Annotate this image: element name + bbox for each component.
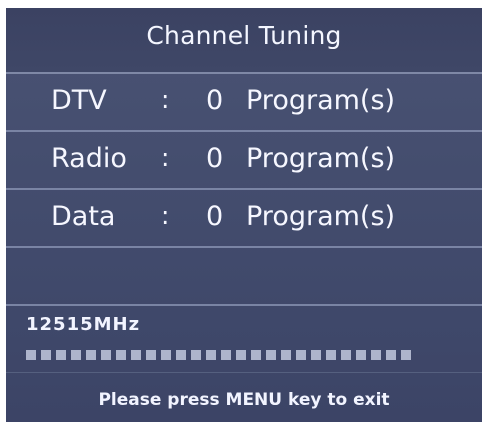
title-bar: Channel Tuning <box>6 8 482 74</box>
channel-tuning-dialog: Channel Tuning DTV : 0 Program(s) Radio … <box>6 8 482 422</box>
progress-segment <box>26 350 36 360</box>
radio-label: Radio <box>51 143 127 174</box>
progress-segment <box>146 350 156 360</box>
progress-segment <box>326 350 336 360</box>
data-unit: Program(s) <box>246 201 396 232</box>
progress-segment <box>401 350 411 360</box>
progress-segment <box>41 350 51 360</box>
progress-segment <box>191 350 201 360</box>
progress-segment <box>251 350 261 360</box>
progress-segment <box>311 350 321 360</box>
progress-segment <box>266 350 276 360</box>
progress-segment <box>281 350 291 360</box>
progress-segment <box>221 350 231 360</box>
progress-segment <box>356 350 366 360</box>
progress-segment <box>371 350 381 360</box>
dtv-count: 0 <box>206 85 224 116</box>
dtv-label: DTV <box>51 85 107 116</box>
radio-count: 0 <box>206 143 224 174</box>
progress-segment <box>116 350 126 360</box>
dtv-unit: Program(s) <box>246 85 396 116</box>
radio-unit: Program(s) <box>246 143 396 174</box>
dtv-separator: : <box>161 85 170 114</box>
empty-row <box>6 248 482 306</box>
progress-segment <box>236 350 246 360</box>
data-row: Data : 0 Program(s) <box>6 190 482 248</box>
progress-segment <box>206 350 216 360</box>
exit-hint: Please press MENU key to exit <box>98 390 390 410</box>
progress-segment <box>101 350 111 360</box>
radio-separator: : <box>161 143 170 172</box>
progress-segment <box>296 350 306 360</box>
progress-segment <box>56 350 66 360</box>
progress-segment <box>176 350 186 360</box>
progress-segment <box>86 350 96 360</box>
data-label: Data <box>51 201 116 232</box>
dialog-title: Channel Tuning <box>146 21 342 50</box>
progress-segment <box>161 350 171 360</box>
progress-segment <box>131 350 141 360</box>
frequency-readout: 12515MHz <box>26 314 141 335</box>
scan-progress-bar <box>26 350 468 362</box>
radio-row: Radio : 0 Program(s) <box>6 132 482 190</box>
progress-segment <box>386 350 396 360</box>
data-separator: : <box>161 201 170 230</box>
dtv-row: DTV : 0 Program(s) <box>6 74 482 132</box>
data-count: 0 <box>206 201 224 232</box>
progress-segment <box>341 350 351 360</box>
progress-segment <box>71 350 81 360</box>
footer-divider <box>6 372 482 373</box>
